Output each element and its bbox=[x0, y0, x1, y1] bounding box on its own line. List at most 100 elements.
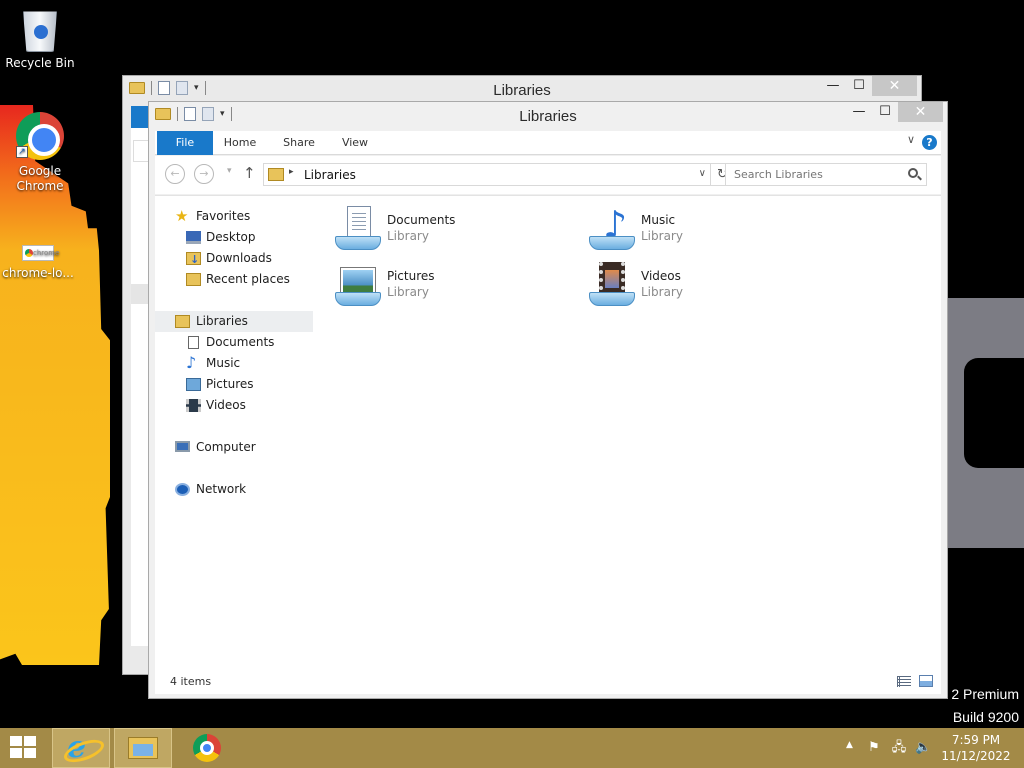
recycle-bin-label: Recycle Bin bbox=[5, 56, 75, 70]
large-icons-view-icon[interactable] bbox=[919, 675, 933, 687]
libraries-window[interactable]: ▾ Libraries — ☐ ✕ File Home Share View ∨… bbox=[148, 101, 948, 699]
forward-button[interactable]: → bbox=[194, 164, 214, 184]
title-bar[interactable]: ▾ Libraries — ☐ ✕ bbox=[149, 102, 947, 131]
navigation-bar: ← → ▾ ↑ ▸ Libraries ∨ ↻ bbox=[155, 156, 941, 194]
library-type: Library bbox=[641, 285, 683, 299]
back-button[interactable]: ← bbox=[165, 164, 185, 184]
nav-videos[interactable]: Videos bbox=[155, 395, 313, 416]
library-music[interactable]: ♪ Music Library bbox=[581, 202, 821, 254]
search-icon[interactable] bbox=[908, 168, 918, 178]
nav-music-label: Music bbox=[206, 356, 241, 370]
minimize-button[interactable]: — bbox=[846, 102, 872, 122]
music-note-icon: ♪ bbox=[186, 353, 197, 372]
network-status-icon[interactable]: 🖧 bbox=[891, 740, 907, 756]
nav-documents[interactable]: Documents bbox=[155, 332, 313, 353]
nav-documents-label: Documents bbox=[206, 335, 275, 349]
pictures-library-icon bbox=[335, 262, 381, 306]
start-button[interactable] bbox=[10, 736, 38, 760]
chrome-log-file-icon: chrome bbox=[22, 245, 59, 261]
file-explorer-icon bbox=[128, 737, 158, 759]
volume-muted-icon[interactable]: 🔈 bbox=[915, 740, 931, 756]
library-documents[interactable]: Documents Library bbox=[327, 202, 567, 254]
minimize-button[interactable]: — bbox=[820, 76, 846, 96]
nav-favorites-label: Favorites bbox=[196, 209, 251, 223]
search-box[interactable] bbox=[725, 163, 927, 186]
library-videos[interactable]: Videos Library bbox=[581, 258, 821, 310]
nav-desktop[interactable]: Desktop bbox=[155, 227, 313, 248]
taskbar-file-explorer[interactable] bbox=[114, 728, 172, 768]
library-pictures[interactable]: Pictures Library bbox=[327, 258, 567, 310]
nav-computer[interactable]: Computer bbox=[155, 437, 313, 458]
tab-share[interactable]: Share bbox=[275, 131, 323, 155]
maximize-button[interactable]: ☐ bbox=[846, 76, 872, 96]
tab-home[interactable]: Home bbox=[217, 131, 263, 155]
chrome-log-shortcut[interactable]: chrome chrome-lo... bbox=[0, 245, 78, 281]
window-controls: — ☐ ✕ bbox=[846, 102, 943, 122]
breadcrumb-chevron-icon[interactable]: ▸ bbox=[289, 167, 294, 177]
downloads-folder-icon bbox=[186, 249, 201, 270]
taskbar-internet-explorer[interactable]: e bbox=[52, 728, 110, 768]
nav-recent-places[interactable]: Recent places bbox=[155, 269, 313, 290]
desktop-icon bbox=[186, 231, 201, 244]
chrome-icon bbox=[193, 734, 221, 762]
address-bar[interactable]: ▸ Libraries ∨ bbox=[263, 163, 711, 186]
nav-libraries[interactable]: Libraries bbox=[155, 311, 313, 332]
nav-favorites[interactable]: ★ Favorites bbox=[155, 206, 313, 227]
ribbon-tab-bar: File Home Share View ∨ ? bbox=[155, 131, 941, 155]
tab-file[interactable]: File bbox=[157, 131, 213, 155]
nav-downloads-label: Downloads bbox=[206, 251, 272, 265]
documents-library-icon bbox=[335, 206, 381, 250]
recycle-bin-shortcut[interactable]: Recycle Bin bbox=[0, 8, 80, 71]
recent-locations-dropdown[interactable]: ▾ bbox=[227, 166, 232, 176]
maximize-button[interactable]: ☐ bbox=[872, 102, 898, 122]
music-library-icon: ♪ bbox=[589, 206, 635, 250]
library-name: Documents bbox=[387, 213, 456, 227]
details-view-icon[interactable] bbox=[897, 676, 911, 687]
file-list-pane: Documents Library ♪ Music Library Pictur… bbox=[315, 196, 941, 672]
nav-recent-places-label: Recent places bbox=[206, 272, 290, 286]
os-watermark-edition: 2 Premium bbox=[951, 686, 1019, 702]
up-button[interactable]: ↑ bbox=[243, 164, 256, 182]
library-type: Library bbox=[387, 229, 429, 243]
close-button[interactable]: ✕ bbox=[872, 76, 917, 96]
nav-downloads[interactable]: Downloads bbox=[155, 248, 313, 270]
computer-icon bbox=[175, 441, 190, 452]
breadcrumb-libraries[interactable]: Libraries bbox=[304, 168, 356, 182]
network-icon bbox=[175, 483, 190, 496]
nav-libraries-label: Libraries bbox=[196, 314, 248, 328]
taskbar-google-chrome[interactable] bbox=[176, 728, 234, 768]
internet-explorer-icon: e bbox=[67, 733, 97, 763]
shortcut-arrow-icon: ↗ bbox=[16, 146, 28, 158]
search-input[interactable] bbox=[726, 164, 896, 185]
document-icon bbox=[188, 336, 199, 349]
help-icon[interactable]: ? bbox=[922, 135, 937, 150]
chrome-log-label: chrome-lo... bbox=[2, 266, 74, 280]
nav-pictures[interactable]: Pictures bbox=[155, 374, 313, 395]
expand-ribbon-icon[interactable]: ∨ bbox=[907, 133, 915, 146]
content-area: ★ Favorites Desktop Downloads Recent pla… bbox=[155, 195, 941, 672]
navigation-pane: ★ Favorites Desktop Downloads Recent pla… bbox=[155, 196, 315, 672]
action-center-flag-icon[interactable]: ⚑ bbox=[866, 740, 882, 756]
nav-music[interactable]: ♪ Music bbox=[155, 353, 313, 374]
status-bar: 4 items bbox=[155, 672, 941, 694]
nav-videos-label: Videos bbox=[206, 398, 246, 412]
desktop-wallpaper-art-right bbox=[948, 298, 1024, 548]
google-chrome-shortcut[interactable]: ↗ Google Chrome bbox=[0, 112, 80, 194]
library-name: Videos bbox=[641, 269, 681, 283]
recent-places-icon bbox=[186, 273, 201, 286]
taskbar: e ▲ ⚑ 🖧 🔈 7:59 PM 11/12/2022 bbox=[0, 728, 1024, 768]
nav-network[interactable]: Network bbox=[155, 479, 313, 500]
nav-computer-label: Computer bbox=[196, 440, 256, 454]
system-clock[interactable]: 7:59 PM 11/12/2022 bbox=[936, 732, 1016, 764]
close-button[interactable]: ✕ bbox=[898, 102, 943, 122]
show-hidden-icons-button[interactable]: ▲ bbox=[846, 740, 853, 750]
libraries-icon bbox=[175, 315, 190, 328]
nav-pictures-label: Pictures bbox=[206, 377, 254, 391]
libraries-folder-icon bbox=[268, 168, 284, 181]
os-watermark-build: Build 9200 bbox=[952, 709, 1019, 725]
window-title: Libraries bbox=[519, 108, 577, 125]
clock-date: 11/12/2022 bbox=[941, 749, 1011, 763]
address-dropdown-icon[interactable]: ∨ bbox=[699, 168, 706, 179]
tab-view[interactable]: View bbox=[335, 131, 375, 155]
clock-time: 7:59 PM bbox=[951, 733, 1001, 747]
